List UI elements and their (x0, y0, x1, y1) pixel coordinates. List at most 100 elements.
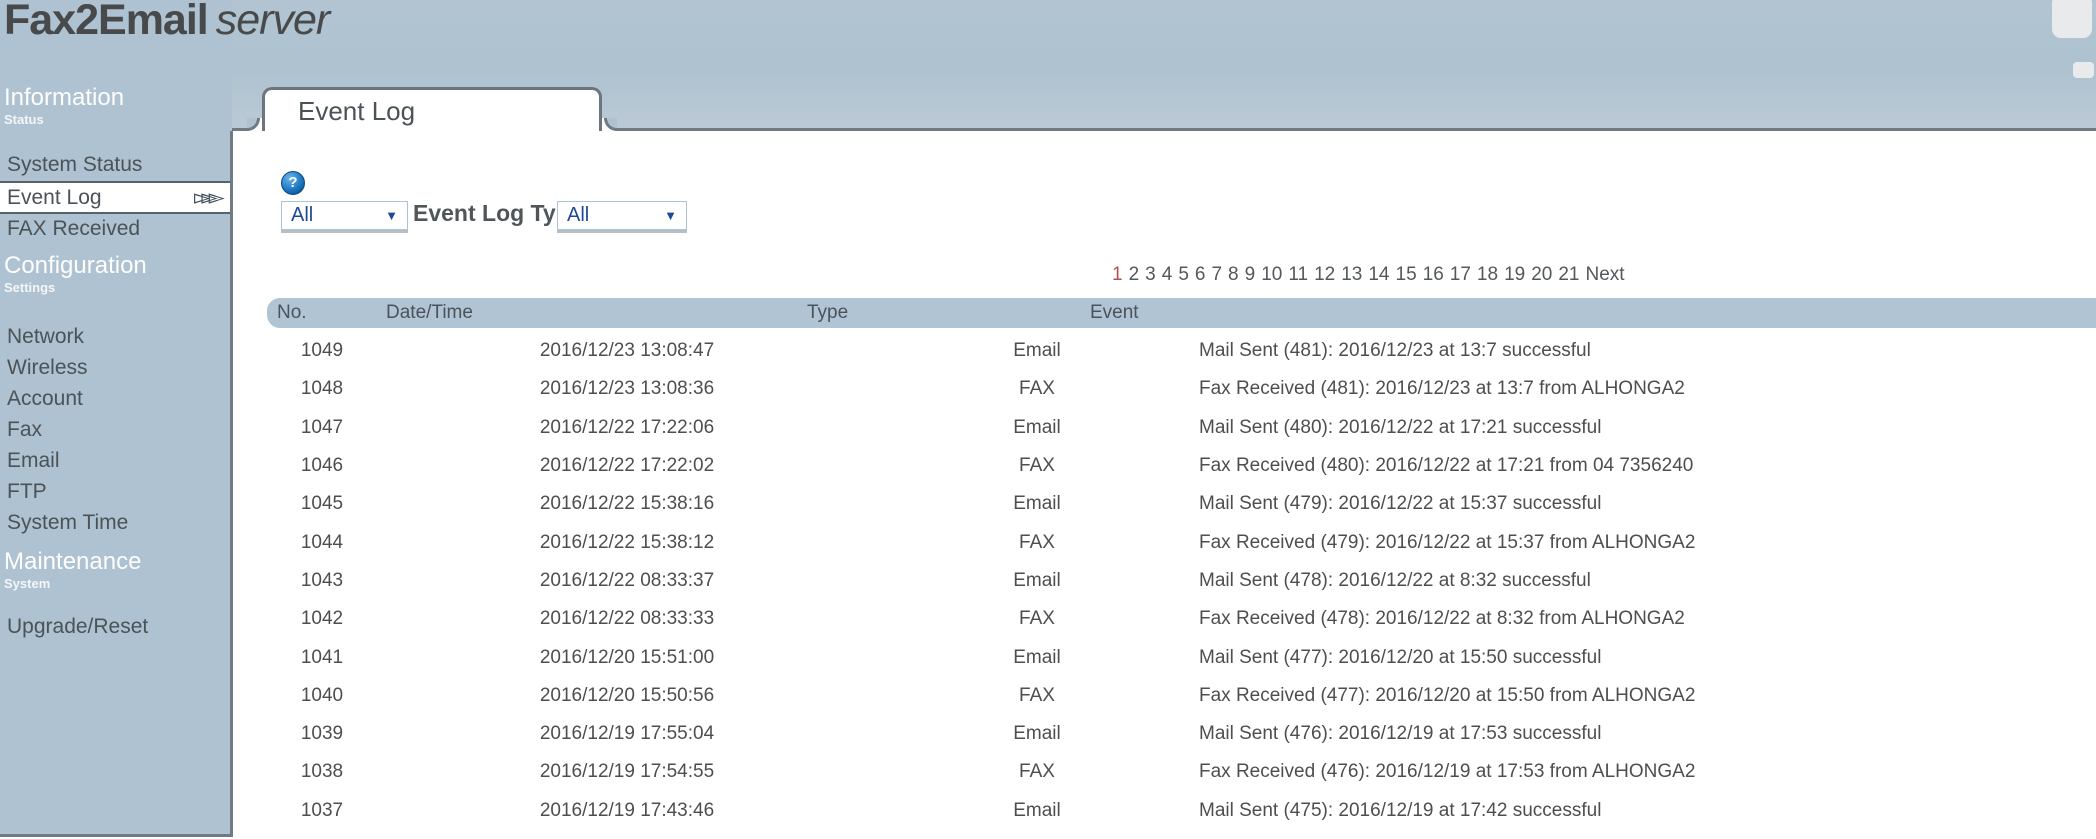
page-link[interactable]: 12 (1314, 264, 1335, 286)
page-link-current[interactable]: 1 (1112, 264, 1123, 286)
cell-event: Mail Sent (481): 2016/12/23 at 13:7 succ… (1199, 340, 1591, 362)
event-log-type-select[interactable]: All ▼ (557, 201, 687, 230)
page-link[interactable]: 13 (1341, 264, 1362, 286)
cell-no: 1047 (300, 416, 344, 438)
sidebar-divider (230, 131, 233, 837)
page-link[interactable]: 21 (1558, 264, 1579, 286)
cell-event: Fax Received (481): 2016/12/23 at 13:7 f… (1199, 378, 1685, 400)
cell-no: 1043 (300, 569, 344, 591)
sidebar-section-title: Configuration (4, 252, 147, 279)
sidebar-item-network[interactable]: Network (0, 322, 232, 353)
scrollbar-thumb-small[interactable] (2073, 62, 2094, 78)
page-link[interactable]: 2 (1129, 264, 1140, 286)
sidebar-item-fax[interactable]: Fax (0, 415, 232, 446)
sidebar-item-ftp[interactable]: FTP (0, 477, 232, 508)
cell-type: Email (1013, 646, 1061, 668)
page-link[interactable]: 5 (1178, 264, 1189, 286)
sidebar-item-label: Upgrade/Reset (7, 615, 149, 638)
table-row: 1047 2016/12/22 17:22:06 Email Mail Sent (4… (267, 409, 2096, 447)
sidebar-item-system-status[interactable]: System Status (0, 150, 232, 181)
cell-type: Email (1013, 799, 1061, 821)
cell-event: Fax Received (476): 2016/12/19 at 17:53 … (1199, 761, 1696, 783)
tab-label: Event Log (298, 96, 416, 126)
sidebar-item-account[interactable]: Account (0, 384, 232, 415)
cell-no: 1045 (300, 493, 344, 515)
event-filter-select[interactable]: All ▼ (281, 201, 408, 230)
table-row: 1040 2016/12/20 15:50:56 FAX Fax Received (… (267, 677, 2096, 715)
cell-type: FAX (1019, 608, 1055, 630)
cell-type: FAX (1019, 761, 1055, 783)
sidebar-item-fax-received[interactable]: FAX Received (0, 214, 232, 245)
page-link[interactable]: 19 (1504, 264, 1525, 286)
sidebar-item-list: Network Wireless Account Fax Email FTP System … (0, 322, 232, 539)
cell-type: Email (1013, 569, 1061, 591)
table-row: 1039 2016/12/19 17:55:04 Email Mail Sent (4… (267, 715, 2096, 753)
page-link[interactable]: 7 (1211, 264, 1222, 286)
cell-type: Email (1013, 340, 1061, 362)
table-row: 1049 2016/12/23 13:08:47 Email Mail Sent (4… (267, 332, 2096, 370)
page-link[interactable]: 10 (1261, 264, 1282, 286)
page: Fax2Email server Information Status System … (0, 0, 2096, 839)
sidebar-section: Maintenance System Upgrade/Reset (0, 548, 232, 643)
sidebar-item-label: Wireless (7, 356, 88, 379)
cell-type: Email (1013, 723, 1061, 745)
page-link[interactable]: 11 (1288, 264, 1308, 286)
sidebar-item-upgrade-reset[interactable]: Upgrade/Reset (0, 612, 232, 643)
page-link[interactable]: 3 (1145, 264, 1156, 286)
table-row: 1043 2016/12/22 08:33:37 Email Mail Sent (4… (267, 562, 2096, 600)
cell-no: 1038 (300, 761, 344, 783)
logo-text-bold: Fax2Email (4, 0, 209, 44)
sidebar-item-wireless[interactable]: Wireless (0, 353, 232, 384)
page-link[interactable]: 17 (1450, 264, 1471, 286)
cell-datetime: 2016/12/23 13:08:47 (539, 340, 715, 362)
page-link[interactable]: 16 (1423, 264, 1444, 286)
cell-datetime: 2016/12/19 17:43:46 (539, 799, 715, 821)
sidebar-item-label: Account (7, 387, 83, 410)
sidebar-section: Configuration Settings Network Wireless Acco… (0, 252, 232, 539)
page-link[interactable]: 8 (1228, 264, 1239, 286)
cell-no: 1048 (300, 378, 344, 400)
cell-datetime: 2016/12/22 08:33:33 (539, 608, 715, 630)
scrollbar-thumb[interactable] (2052, 0, 2092, 38)
logo-text-italic: server (215, 0, 330, 44)
table-row: 1045 2016/12/22 15:38:16 Email Mail Sent (4… (267, 485, 2096, 523)
sidebar-section-subtitle: Settings (4, 280, 56, 295)
cell-no: 1042 (300, 608, 344, 630)
cell-event: Mail Sent (476): 2016/12/19 at 17:53 suc… (1199, 723, 1602, 745)
cell-type: Email (1013, 416, 1061, 438)
table-row: 1038 2016/12/19 17:54:55 FAX Fax Received (… (267, 753, 2096, 791)
page-link[interactable]: 20 (1531, 264, 1552, 286)
column-header-type: Type (807, 302, 849, 323)
table-row: 1041 2016/12/20 15:51:00 Email Mail Sent (4… (267, 638, 2096, 676)
sidebar-item-email[interactable]: Email (0, 446, 232, 477)
cell-no: 1044 (300, 531, 344, 553)
sidebar-section-title: Information (4, 84, 125, 111)
cell-datetime: 2016/12/22 08:33:37 (539, 569, 715, 591)
page-link[interactable]: 14 (1368, 264, 1389, 286)
page-link[interactable]: 6 (1195, 264, 1206, 286)
cell-datetime: 2016/12/19 17:55:04 (539, 723, 715, 745)
tab-event-log[interactable]: Event Log (247, 87, 617, 134)
page-link[interactable]: 15 (1396, 264, 1417, 286)
cell-datetime: 2016/12/22 17:22:02 (539, 455, 715, 477)
sidebar-item-system-time[interactable]: System Time (0, 508, 232, 539)
cell-no: 1037 (300, 799, 344, 821)
page-link[interactable]: 18 (1477, 264, 1498, 286)
column-header-datetime: Date/Time (386, 302, 473, 323)
chevron-down-icon: ▼ (385, 208, 398, 223)
event-log-table-body: 1049 2016/12/23 13:08:47 Email Mail Sent (4… (267, 332, 2096, 839)
cell-datetime: 2016/12/23 13:08:36 (539, 378, 715, 400)
cell-no: 1041 (300, 646, 344, 668)
help-icon[interactable]: ? (281, 171, 305, 195)
sidebar-section-title: Maintenance (4, 548, 142, 575)
sidebar-item-event-log[interactable]: Event Log ▻▻▻ (0, 181, 232, 214)
sidebar-item-list: System Status Event Log ▻▻▻ FAX Received (0, 150, 232, 245)
cell-no: 1049 (300, 340, 344, 362)
page-link[interactable]: 4 (1162, 264, 1173, 286)
next-page-link[interactable]: Next (1585, 264, 1624, 286)
cell-datetime: 2016/12/19 17:54:55 (539, 761, 715, 783)
table-row: 1037 2016/12/19 17:43:46 Email Mail Sent (4… (267, 792, 2096, 830)
table-row: 1046 2016/12/22 17:22:02 FAX Fax Received (… (267, 447, 2096, 485)
table-row: 1044 2016/12/22 15:38:12 FAX Fax Received (… (267, 523, 2096, 561)
page-link[interactable]: 9 (1245, 264, 1256, 286)
